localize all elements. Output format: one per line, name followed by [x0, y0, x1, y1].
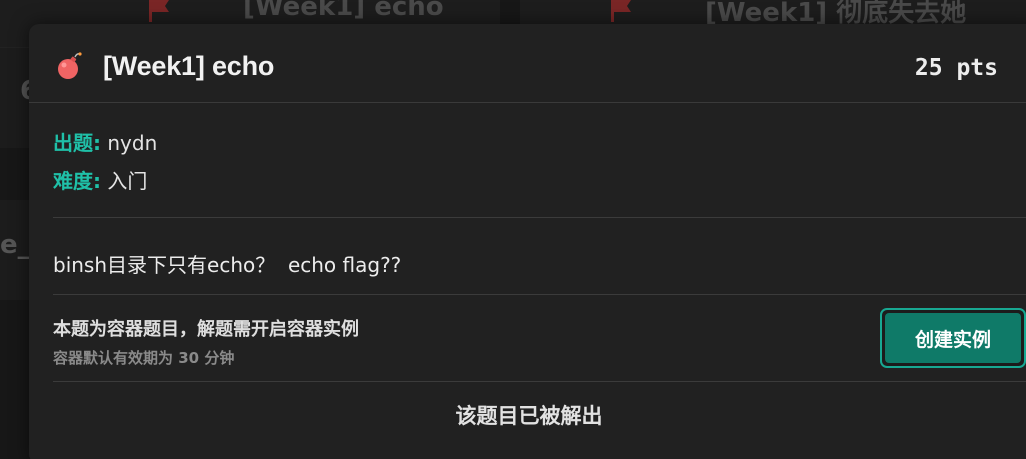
divider: [53, 294, 1026, 295]
container-ttl: 容器默认有效期为 30 分钟: [53, 349, 235, 367]
divider: [53, 381, 1026, 382]
modal-header: [Week1] echo 25 pts: [29, 24, 1026, 103]
create-instance-button[interactable]: 创建实例: [880, 308, 1026, 368]
background-card-title: [Week1] echo: [243, 0, 444, 22]
author-label: 出题:: [53, 131, 101, 155]
challenge-title: [Week1] echo: [103, 51, 275, 81]
challenge-description: binsh目录下只有echo？ echo flag??: [53, 253, 402, 277]
author-row: 出题: nydn: [53, 124, 157, 162]
difficulty-value: 入门: [107, 169, 148, 193]
difficulty-label: 难度:: [53, 169, 101, 193]
flag-icon: [149, 0, 169, 22]
create-instance-label: 创建实例: [885, 313, 1021, 363]
divider: [53, 217, 1026, 218]
solved-status: 该题目已被解出: [455, 404, 603, 428]
container-info: 本题为容器题目，解题需开启容器实例 容器默认有效期为 30 分钟: [53, 315, 359, 368]
container-notice: 本题为容器题目，解题需开启容器实例: [53, 319, 359, 340]
challenge-modal: [Week1] echo 25 pts 出题: nydn 难度: 入门 bins…: [29, 24, 1026, 459]
challenge-meta: 出题: nydn 难度: 入门: [53, 124, 157, 200]
bomb-icon: [58, 52, 82, 79]
challenge-points: 25 pts: [914, 55, 998, 81]
flag-icon: [611, 0, 631, 22]
difficulty-row: 难度: 入门: [53, 162, 157, 200]
author-value: nydn: [107, 131, 158, 155]
